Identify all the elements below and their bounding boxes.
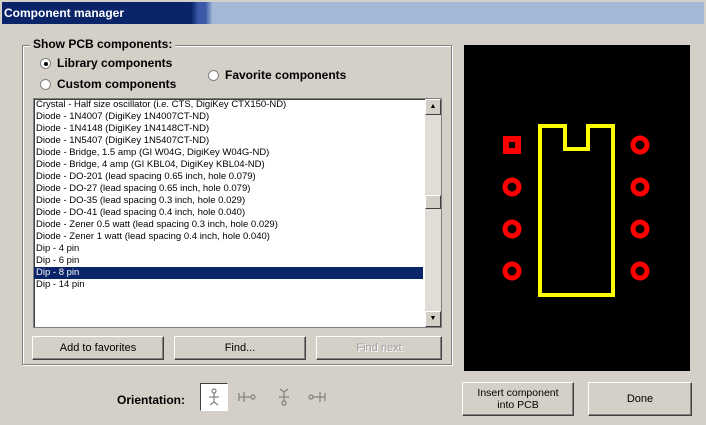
orientation-up-icon[interactable] — [200, 383, 228, 411]
insert-into-pcb-label: Insert component into PCB — [477, 387, 559, 411]
pcb-preview — [464, 45, 690, 371]
list-item[interactable]: Diode - Bridge, 1.5 amp (GI W04G, DigiKe… — [34, 147, 423, 159]
radio-label: Library components — [57, 56, 173, 70]
list-item[interactable]: Diode - DO-35 (lead spacing 0.3 inch, ho… — [34, 195, 423, 207]
radio-dot — [40, 57, 51, 69]
component-outline — [538, 124, 615, 297]
list-scrollbar[interactable]: ▲ ▼ — [425, 99, 441, 327]
list-item[interactable]: Diode - Zener 1 watt (lead spacing 0.4 i… — [34, 231, 423, 243]
pad-round — [502, 261, 522, 281]
radio-label: Favorite components — [225, 68, 347, 82]
find-label: Find... — [224, 342, 256, 354]
list-item[interactable]: Diode - 1N4007 (DigiKey 1N4007CT-ND) — [34, 111, 423, 123]
list-item[interactable]: Dip - 6 pin — [34, 255, 423, 267]
pad-round — [630, 261, 650, 281]
component-list-items: Crystal - Half size oscillator (i.e. CTS… — [34, 99, 441, 291]
pads — [502, 135, 650, 281]
list-item[interactable]: Dip - 8 pin — [34, 267, 423, 279]
pad-round — [630, 177, 650, 197]
orientation-left-icon[interactable] — [233, 383, 261, 411]
find-next-label: Find next — [356, 342, 402, 354]
list-item[interactable]: Diode - Zener 0.5 watt (lead spacing 0.3… — [34, 219, 423, 231]
radio-favorite-components[interactable]: Favorite components — [208, 68, 346, 82]
scroll-down-arrow-icon[interactable]: ▼ — [425, 311, 441, 327]
scroll-up-arrow-icon[interactable]: ▲ — [425, 99, 441, 115]
radio-custom-components[interactable]: Custom components — [40, 77, 176, 91]
pad-round — [630, 135, 650, 155]
radio-label: Custom components — [57, 77, 177, 91]
component-manager-window: Component manager Show PCB components: L… — [0, 0, 706, 425]
orientation-label: Orientation: — [117, 393, 185, 407]
insert-into-pcb-button[interactable]: Insert component into PCB — [462, 382, 574, 416]
add-to-favorites-button[interactable]: Add to favorites — [32, 336, 164, 360]
pad-round — [502, 219, 522, 239]
pad-round — [630, 219, 650, 239]
radio-dot — [40, 78, 51, 90]
list-item[interactable]: Dip - 14 pin — [34, 279, 423, 291]
orientation-down-icon[interactable] — [270, 383, 298, 411]
list-item[interactable]: Diode - DO-41 (lead spacing 0.4 inch, ho… — [34, 207, 423, 219]
list-item[interactable]: Dip - 4 pin — [34, 243, 423, 255]
add-to-favorites-label: Add to favorites — [59, 342, 137, 354]
scroll-thumb[interactable] — [425, 195, 441, 209]
group-label: Show PCB components: — [30, 37, 176, 51]
list-item[interactable]: Diode - Bridge, 4 amp (GI KBL04, DigiKey… — [34, 159, 423, 171]
orientation-right-icon[interactable] — [303, 383, 331, 411]
pad-hole — [509, 142, 515, 148]
done-label: Done — [626, 393, 654, 405]
done-button[interactable]: Done — [588, 382, 692, 416]
window-title: Component manager — [4, 6, 125, 20]
component-list[interactable]: Crystal - Half size oscillator (i.e. CTS… — [33, 98, 442, 328]
find-button[interactable]: Find... — [174, 336, 306, 360]
radio-dot — [208, 69, 219, 81]
list-item[interactable]: Diode - DO-27 (lead spacing 0.65 inch, h… — [34, 183, 423, 195]
dip-8-footprint — [502, 124, 650, 297]
radio-library-components[interactable]: Library components — [40, 56, 172, 70]
list-item[interactable]: Diode - 1N4148 (DigiKey 1N4148CT-ND) — [34, 123, 423, 135]
list-item[interactable]: Diode - DO-201 (lead spacing 0.65 inch, … — [34, 171, 423, 183]
list-item[interactable]: Diode - 1N5407 (DigiKey 1N5407CT-ND) — [34, 135, 423, 147]
find-next-button[interactable]: Find next — [316, 336, 442, 360]
pad-round — [502, 177, 522, 197]
title-bar[interactable]: Component manager — [2, 2, 704, 24]
list-item[interactable]: Crystal - Half size oscillator (i.e. CTS… — [34, 99, 423, 111]
